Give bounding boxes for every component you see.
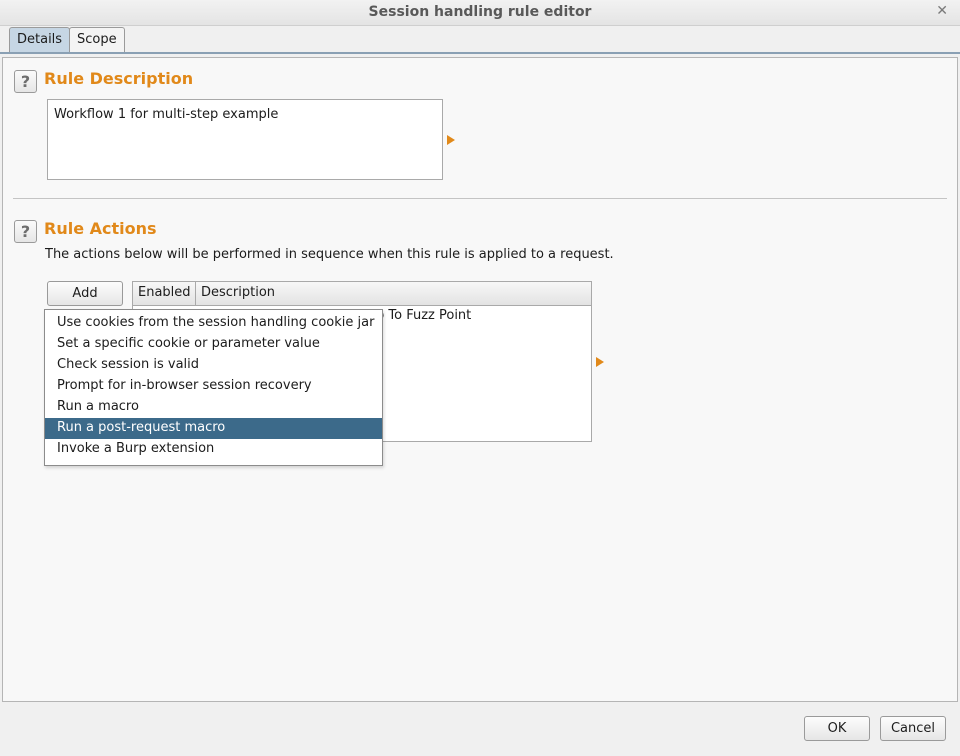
menu-item-run-post-request-macro[interactable]: Run a post-request macro xyxy=(45,418,382,439)
menu-item-prompt-recovery[interactable]: Prompt for in-browser session recovery xyxy=(45,376,382,397)
table-header: Enabled Description xyxy=(133,282,591,306)
tab-details[interactable]: Details xyxy=(9,27,71,52)
menu-item-use-cookies[interactable]: Use cookies from the session handling co… xyxy=(45,313,382,334)
menu-item-invoke-extension[interactable]: Invoke a Burp extension xyxy=(45,439,382,460)
help-icon[interactable]: ? xyxy=(14,70,37,93)
row-description: p To Fuzz Point xyxy=(376,308,472,323)
menu-item-check-session[interactable]: Check session is valid xyxy=(45,355,382,376)
column-header-description[interactable]: Description xyxy=(196,282,591,305)
column-header-enabled[interactable]: Enabled xyxy=(133,282,196,305)
rule-actions-heading: Rule Actions xyxy=(44,219,157,238)
help-icon[interactable]: ? xyxy=(14,220,37,243)
rule-actions-info: The actions below will be performed in s… xyxy=(45,247,614,262)
rule-description-heading: Rule Description xyxy=(44,69,194,88)
rule-description-field[interactable]: Workflow 1 for multi-step example xyxy=(47,99,443,180)
menu-item-run-macro[interactable]: Run a macro xyxy=(45,397,382,418)
expand-arrow-icon[interactable] xyxy=(447,135,455,145)
add-action-menu: Use cookies from the session handling co… xyxy=(44,309,383,466)
ok-button[interactable]: OK xyxy=(804,716,870,741)
tab-scope[interactable]: Scope xyxy=(69,27,125,52)
cancel-button[interactable]: Cancel xyxy=(880,716,946,741)
title-bar: Session handling rule editor ✕ xyxy=(0,0,960,26)
menu-item-set-cookie-param[interactable]: Set a specific cookie or parameter value xyxy=(45,334,382,355)
add-button[interactable]: Add xyxy=(47,281,123,306)
window-title: Session handling rule editor xyxy=(368,4,592,20)
close-icon[interactable]: ✕ xyxy=(936,3,948,19)
expand-arrow-icon[interactable] xyxy=(596,357,604,367)
tab-strip: Details Scope xyxy=(0,26,960,54)
section-divider xyxy=(13,198,947,199)
